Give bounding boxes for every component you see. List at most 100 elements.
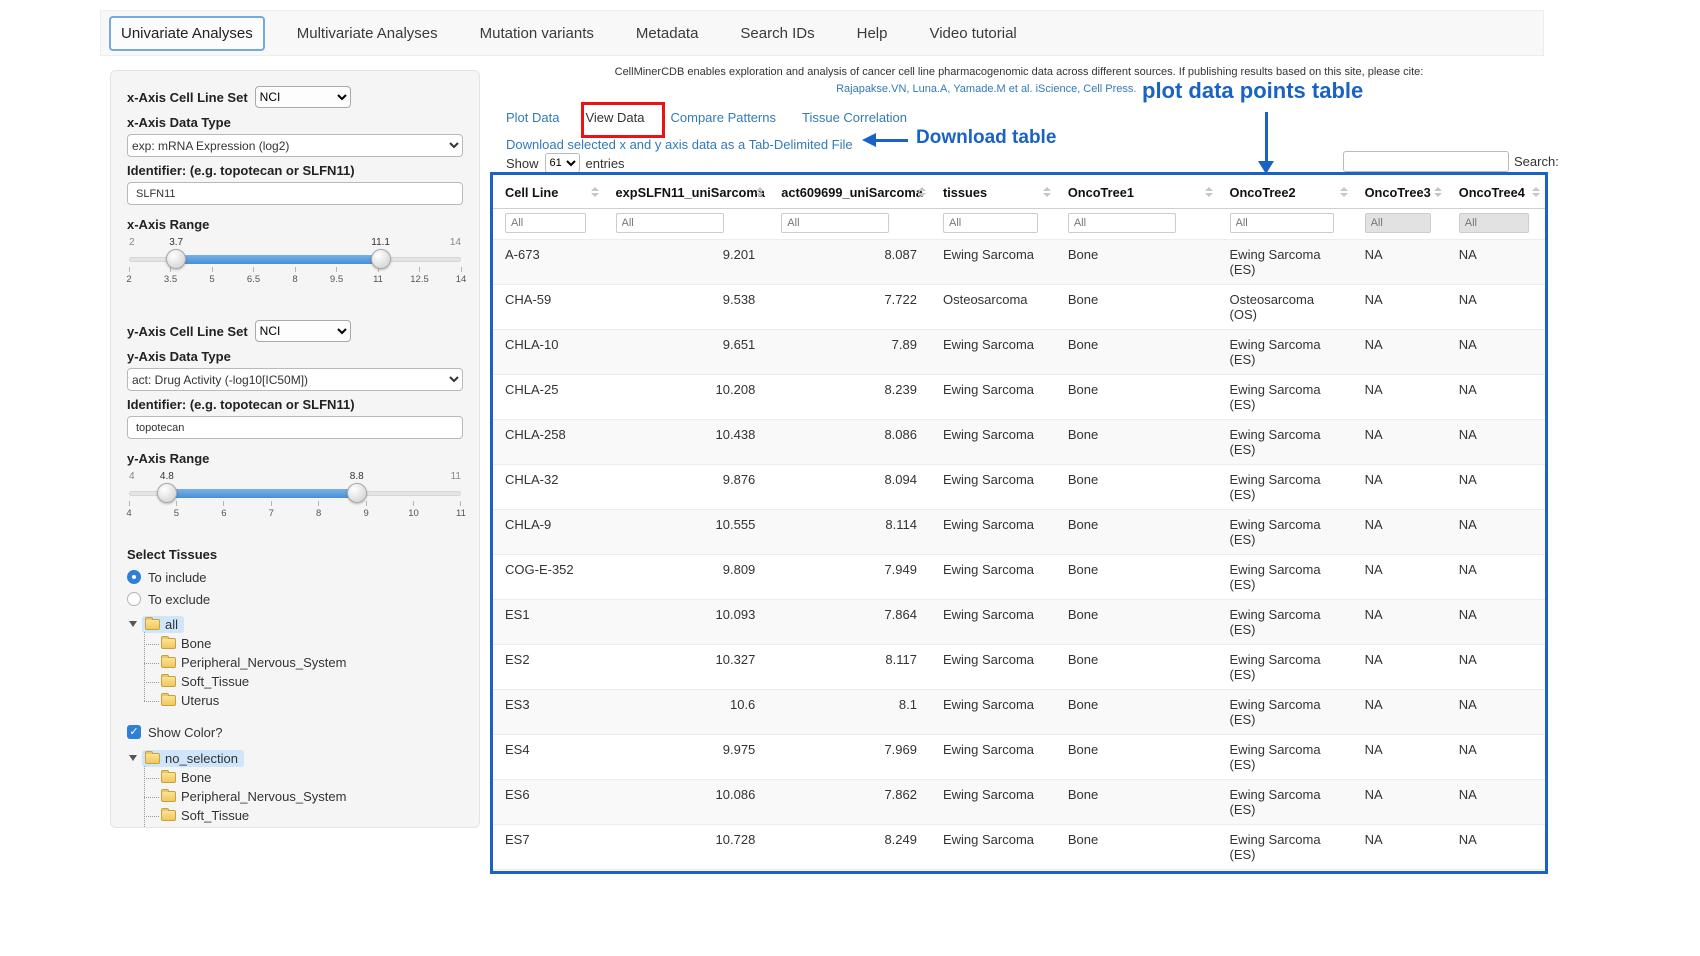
- entries-count-select[interactable]: 61: [545, 153, 580, 173]
- table-row[interactable]: A-6739.2018.087Ewing SarcomaBoneEwing Sa…: [493, 240, 1545, 285]
- table-row[interactable]: ES810.4498.121Ewing SarcomaBoneEwing Sar…: [493, 870, 1545, 875]
- download-tab-delimited-link[interactable]: Download selected x and y axis data as a…: [506, 137, 853, 152]
- nav-tab-help[interactable]: Help: [847, 18, 898, 49]
- table-cell: Ewing Sarcoma (ES): [1218, 330, 1353, 375]
- column-filter-input[interactable]: [616, 213, 724, 233]
- sort-icon[interactable]: [1340, 187, 1348, 197]
- table-row[interactable]: COG-E-3529.8097.949Ewing SarcomaBoneEwin…: [493, 555, 1545, 600]
- show-color-checkbox-row[interactable]: ✓ Show Color?: [127, 722, 463, 742]
- column-header[interactable]: OncoTree1: [1056, 175, 1218, 209]
- y-cell-line-set-select[interactable]: NCI: [255, 320, 351, 342]
- sort-icon[interactable]: [918, 187, 926, 197]
- citation-reference-link[interactable]: Rajapakse.VN, Luna.A, Yamade.M et al. iS…: [492, 81, 1546, 98]
- tree-collapse-icon[interactable]: [129, 621, 137, 627]
- tree-item-label[interactable]: Uterus: [181, 827, 219, 828]
- y-slider-handle-from[interactable]: [157, 483, 177, 503]
- subtab-plot-data[interactable]: Plot Data: [506, 110, 559, 125]
- column-filter-input[interactable]: [505, 213, 586, 233]
- tree-item-label[interactable]: Soft_Tissue: [181, 674, 249, 689]
- nav-tab-search-ids[interactable]: Search IDs: [730, 18, 824, 49]
- column-header[interactable]: expSLFN11_uniSarcoma: [604, 175, 770, 209]
- y-axis-range-slider[interactable]: 4 11 4.8 8.8 4567891011: [129, 471, 461, 523]
- table-row[interactable]: ES310.68.1Ewing SarcomaBoneEwing Sarcoma…: [493, 690, 1545, 735]
- sort-icon[interactable]: [591, 187, 599, 197]
- subtab-tissue-correlation[interactable]: Tissue Correlation: [802, 110, 907, 125]
- sort-icon[interactable]: [1434, 187, 1442, 197]
- radio-exclude-icon[interactable]: [127, 592, 141, 606]
- table-row[interactable]: CHLA-109.6517.89Ewing SarcomaBoneEwing S…: [493, 330, 1545, 375]
- y-identifier-input[interactable]: [127, 416, 463, 439]
- folder-icon: [161, 810, 176, 821]
- subtab-compare-patterns[interactable]: Compare Patterns: [671, 110, 777, 125]
- x-axis-range-slider[interactable]: 2 14 3.7 11.1 23.556.589.51112.514: [129, 237, 461, 289]
- table-row[interactable]: CHLA-329.8768.094Ewing SarcomaBoneEwing …: [493, 465, 1545, 510]
- tree-item-label[interactable]: Peripheral_Nervous_System: [181, 655, 346, 670]
- tree-item[interactable]: Soft_Tissue: [161, 806, 463, 825]
- column-header[interactable]: OncoTree4: [1447, 175, 1545, 209]
- x-identifier-input[interactable]: [127, 182, 463, 205]
- radio-include-icon[interactable]: [127, 570, 141, 584]
- sort-icon[interactable]: [1205, 187, 1213, 197]
- column-filter-input[interactable]: [781, 213, 889, 233]
- table-row[interactable]: ES49.9757.969Ewing SarcomaBoneEwing Sarc…: [493, 735, 1545, 780]
- y-slider-handle-to[interactable]: [347, 483, 367, 503]
- sort-icon[interactable]: [756, 187, 764, 197]
- table-row[interactable]: ES110.0937.864Ewing SarcomaBoneEwing Sar…: [493, 600, 1545, 645]
- table-row[interactable]: CHLA-25810.4388.086Ewing SarcomaBoneEwin…: [493, 420, 1545, 465]
- tree-root-label[interactable]: no_selection: [165, 751, 238, 766]
- column-header[interactable]: act609699_uniSarcoma: [769, 175, 931, 209]
- table-row[interactable]: CHA-599.5387.722OsteosarcomaBoneOsteosar…: [493, 285, 1545, 330]
- nav-tab-multivariate-analyses[interactable]: Multivariate Analyses: [287, 18, 448, 49]
- tree-item[interactable]: Peripheral_Nervous_System: [161, 653, 463, 672]
- search-input[interactable]: [1343, 151, 1509, 172]
- sort-icon[interactable]: [1043, 187, 1051, 197]
- table-row[interactable]: ES710.7288.249Ewing SarcomaBoneEwing Sar…: [493, 825, 1545, 870]
- sort-icon[interactable]: [1532, 187, 1540, 197]
- tree-root-all[interactable]: all: [129, 614, 463, 634]
- view-subtabs: Plot Data View Data Compare Patterns Tis…: [506, 110, 907, 125]
- tree-item[interactable]: Uterus: [161, 825, 463, 828]
- table-row[interactable]: CHLA-2510.2088.239Ewing SarcomaBoneEwing…: [493, 375, 1545, 420]
- column-header[interactable]: OncoTree3: [1353, 175, 1447, 209]
- tree-item-label[interactable]: Bone: [181, 770, 211, 785]
- tree-collapse-icon[interactable]: [129, 755, 137, 761]
- nav-tab-mutation-variants[interactable]: Mutation variants: [470, 18, 604, 49]
- column-filter-input[interactable]: [1365, 213, 1431, 233]
- column-header[interactable]: Cell Line: [493, 175, 604, 209]
- x-slider-handle-from[interactable]: [166, 249, 186, 269]
- table-row[interactable]: ES610.0867.862Ewing SarcomaBoneEwing Sar…: [493, 780, 1545, 825]
- tree-item[interactable]: Soft_Tissue: [161, 672, 463, 691]
- nav-tab-metadata[interactable]: Metadata: [626, 18, 709, 49]
- column-filter-input[interactable]: [1068, 213, 1176, 233]
- x-data-type-select[interactable]: exp: mRNA Expression (log2): [127, 134, 463, 157]
- x-cell-line-set-select[interactable]: NCI: [255, 86, 351, 108]
- tree-item[interactable]: Peripheral_Nervous_System: [161, 787, 463, 806]
- table-row[interactable]: CHLA-910.5558.114Ewing SarcomaBoneEwing …: [493, 510, 1545, 555]
- radio-to-exclude[interactable]: To exclude: [127, 588, 463, 610]
- nav-tab-univariate-analyses[interactable]: Univariate Analyses: [109, 16, 265, 51]
- tree-root-label[interactable]: all: [165, 617, 178, 632]
- table-row[interactable]: ES210.3278.117Ewing SarcomaBoneEwing Sar…: [493, 645, 1545, 690]
- tree-item[interactable]: Uterus: [161, 691, 463, 710]
- table-cell: CHLA-9: [493, 510, 604, 555]
- table-cell: Ewing Sarcoma: [931, 870, 1056, 875]
- tree-item-label[interactable]: Bone: [181, 636, 211, 651]
- checkbox-checked-icon[interactable]: ✓: [127, 725, 141, 739]
- table-cell: Bone: [1056, 645, 1218, 690]
- column-filter-input[interactable]: [1230, 213, 1334, 233]
- column-header[interactable]: tissues: [931, 175, 1056, 209]
- x-slider-handle-to[interactable]: [371, 249, 391, 269]
- tree-root-no-selection[interactable]: no_selection: [129, 748, 463, 768]
- column-header[interactable]: OncoTree2: [1218, 175, 1353, 209]
- radio-to-include[interactable]: To include: [127, 566, 463, 588]
- tree-item[interactable]: Bone: [161, 634, 463, 653]
- column-filter-input[interactable]: [943, 213, 1038, 233]
- tree-item-label[interactable]: Soft_Tissue: [181, 808, 249, 823]
- column-filter-input[interactable]: [1459, 213, 1529, 233]
- tree-item-label[interactable]: Peripheral_Nervous_System: [181, 789, 346, 804]
- nav-tab-video-tutorial[interactable]: Video tutorial: [919, 18, 1026, 49]
- tree-item-label[interactable]: Uterus: [181, 693, 219, 708]
- tree-item[interactable]: Bone: [161, 768, 463, 787]
- table-cell: Bone: [1056, 870, 1218, 875]
- y-data-type-select[interactable]: act: Drug Activity (-log10[IC50M]): [127, 368, 463, 391]
